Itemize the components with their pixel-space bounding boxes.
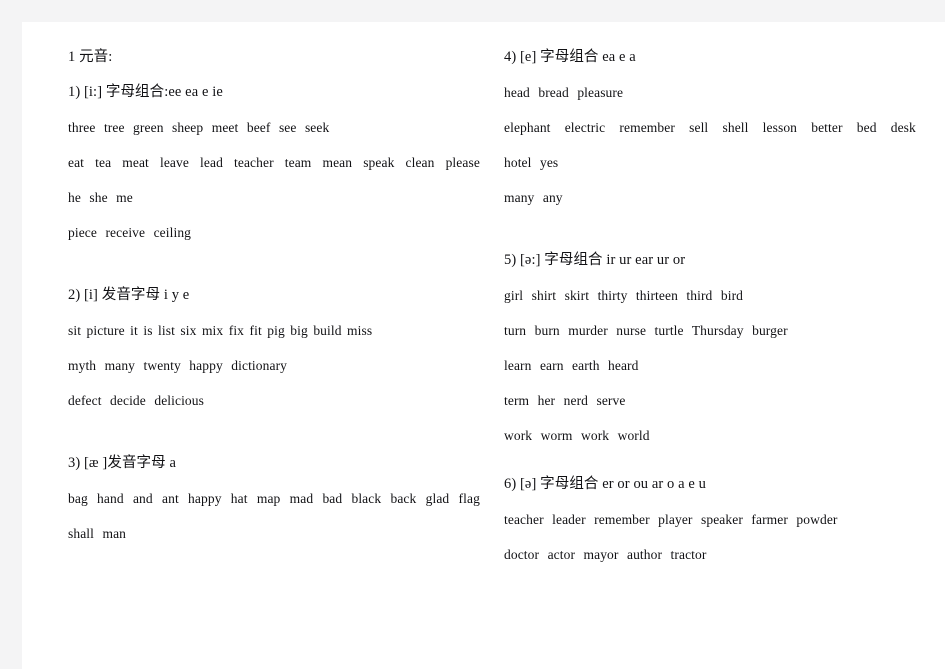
word-row: term her nerd serve	[504, 393, 626, 408]
word: hand	[97, 491, 124, 506]
word: mad	[289, 491, 314, 506]
word-row: eat tea meat leave lead teacher team mean speak c…	[68, 145, 480, 180]
document-column-left: 1 元音: 1) [i:] 字母组合:ee ea e ie three tree…	[68, 40, 480, 669]
word-row: learn earn earth heard	[504, 358, 639, 373]
word: black	[351, 491, 382, 506]
word: shell	[722, 120, 749, 135]
word: mean	[322, 155, 353, 170]
section-heading-4: 4) [e] 字母组合 ea e a	[504, 49, 636, 65]
word: map	[256, 491, 281, 506]
word-row: hotel yes	[504, 155, 559, 170]
word: and	[132, 491, 153, 506]
page-title: 1 元音:	[68, 49, 113, 65]
word-row: defect decide delicious	[68, 393, 204, 408]
word-row: sit picture it is list six mix fix fit p…	[68, 323, 373, 338]
word: glad	[425, 491, 450, 506]
word-row: turn burn murder nurse turtle Thursday b…	[504, 323, 788, 338]
word-row: girl shirt skirt thirty thirteen third b…	[504, 288, 744, 303]
document-page: 1 元音: 1) [i:] 字母组合:ee ea e ie three tree…	[22, 22, 945, 669]
word-row: teacher leader remember player speaker f…	[504, 512, 838, 527]
word: leave	[159, 155, 189, 170]
word: bed	[856, 120, 877, 135]
word: meat	[122, 155, 149, 170]
word-row: many any	[504, 190, 563, 205]
word: clean	[405, 155, 435, 170]
word: teacher	[234, 155, 274, 170]
word: eat	[68, 155, 85, 170]
word-row: elephant electric remember sell shell lesson b…	[504, 110, 916, 145]
word: flag	[458, 491, 480, 506]
word: back	[390, 491, 417, 506]
word: bag	[68, 491, 88, 506]
word: elephant	[504, 120, 551, 135]
word: desk	[890, 120, 916, 135]
word: lead	[200, 155, 223, 170]
word: lesson	[762, 120, 798, 135]
word-row: work worm work world	[504, 428, 650, 443]
word-row: piece receive ceiling	[68, 225, 192, 240]
word: happy	[188, 491, 222, 506]
word: please	[445, 155, 480, 170]
word-row: shall man	[68, 526, 127, 541]
word-row: he she me	[68, 190, 133, 205]
word-row: myth many twenty happy dictionary	[68, 358, 288, 373]
word: better	[811, 120, 843, 135]
document-body: 1 元音: 1) [i:] 字母组合:ee ea e ie three tree…	[22, 22, 945, 669]
word: ant	[162, 491, 179, 506]
word-row: head bread pleasure	[504, 85, 624, 100]
section-heading-1: 1) [i:] 字母组合:ee ea e ie	[68, 84, 223, 100]
word-row: bag hand and ant happy hat map mad bad black back g…	[68, 481, 480, 516]
section-heading-5: 5) [ə:] 字母组合 ir ur ear ur or	[504, 252, 686, 268]
word-row: three tree green sheep meet beef see see…	[68, 120, 330, 135]
word: electric	[564, 120, 606, 135]
word: speak	[363, 155, 395, 170]
word: hat	[230, 491, 248, 506]
word: team	[284, 155, 312, 170]
section-heading-3: 3) [æ ]发音字母 a	[68, 455, 177, 471]
word: bad	[322, 491, 343, 506]
word: sell	[689, 120, 709, 135]
section-heading-6: 6) [ə] 字母组合 er or ou ar o a e u	[504, 476, 706, 492]
word-row: doctor actor mayor author tractor	[504, 547, 707, 562]
document-column-right: 4) [e] 字母组合 ea e a head bread pleasure e…	[504, 40, 916, 669]
section-heading-2: 2) [i] 发音字母 i y e	[68, 287, 190, 303]
word: tea	[95, 155, 112, 170]
word: remember	[619, 120, 675, 135]
